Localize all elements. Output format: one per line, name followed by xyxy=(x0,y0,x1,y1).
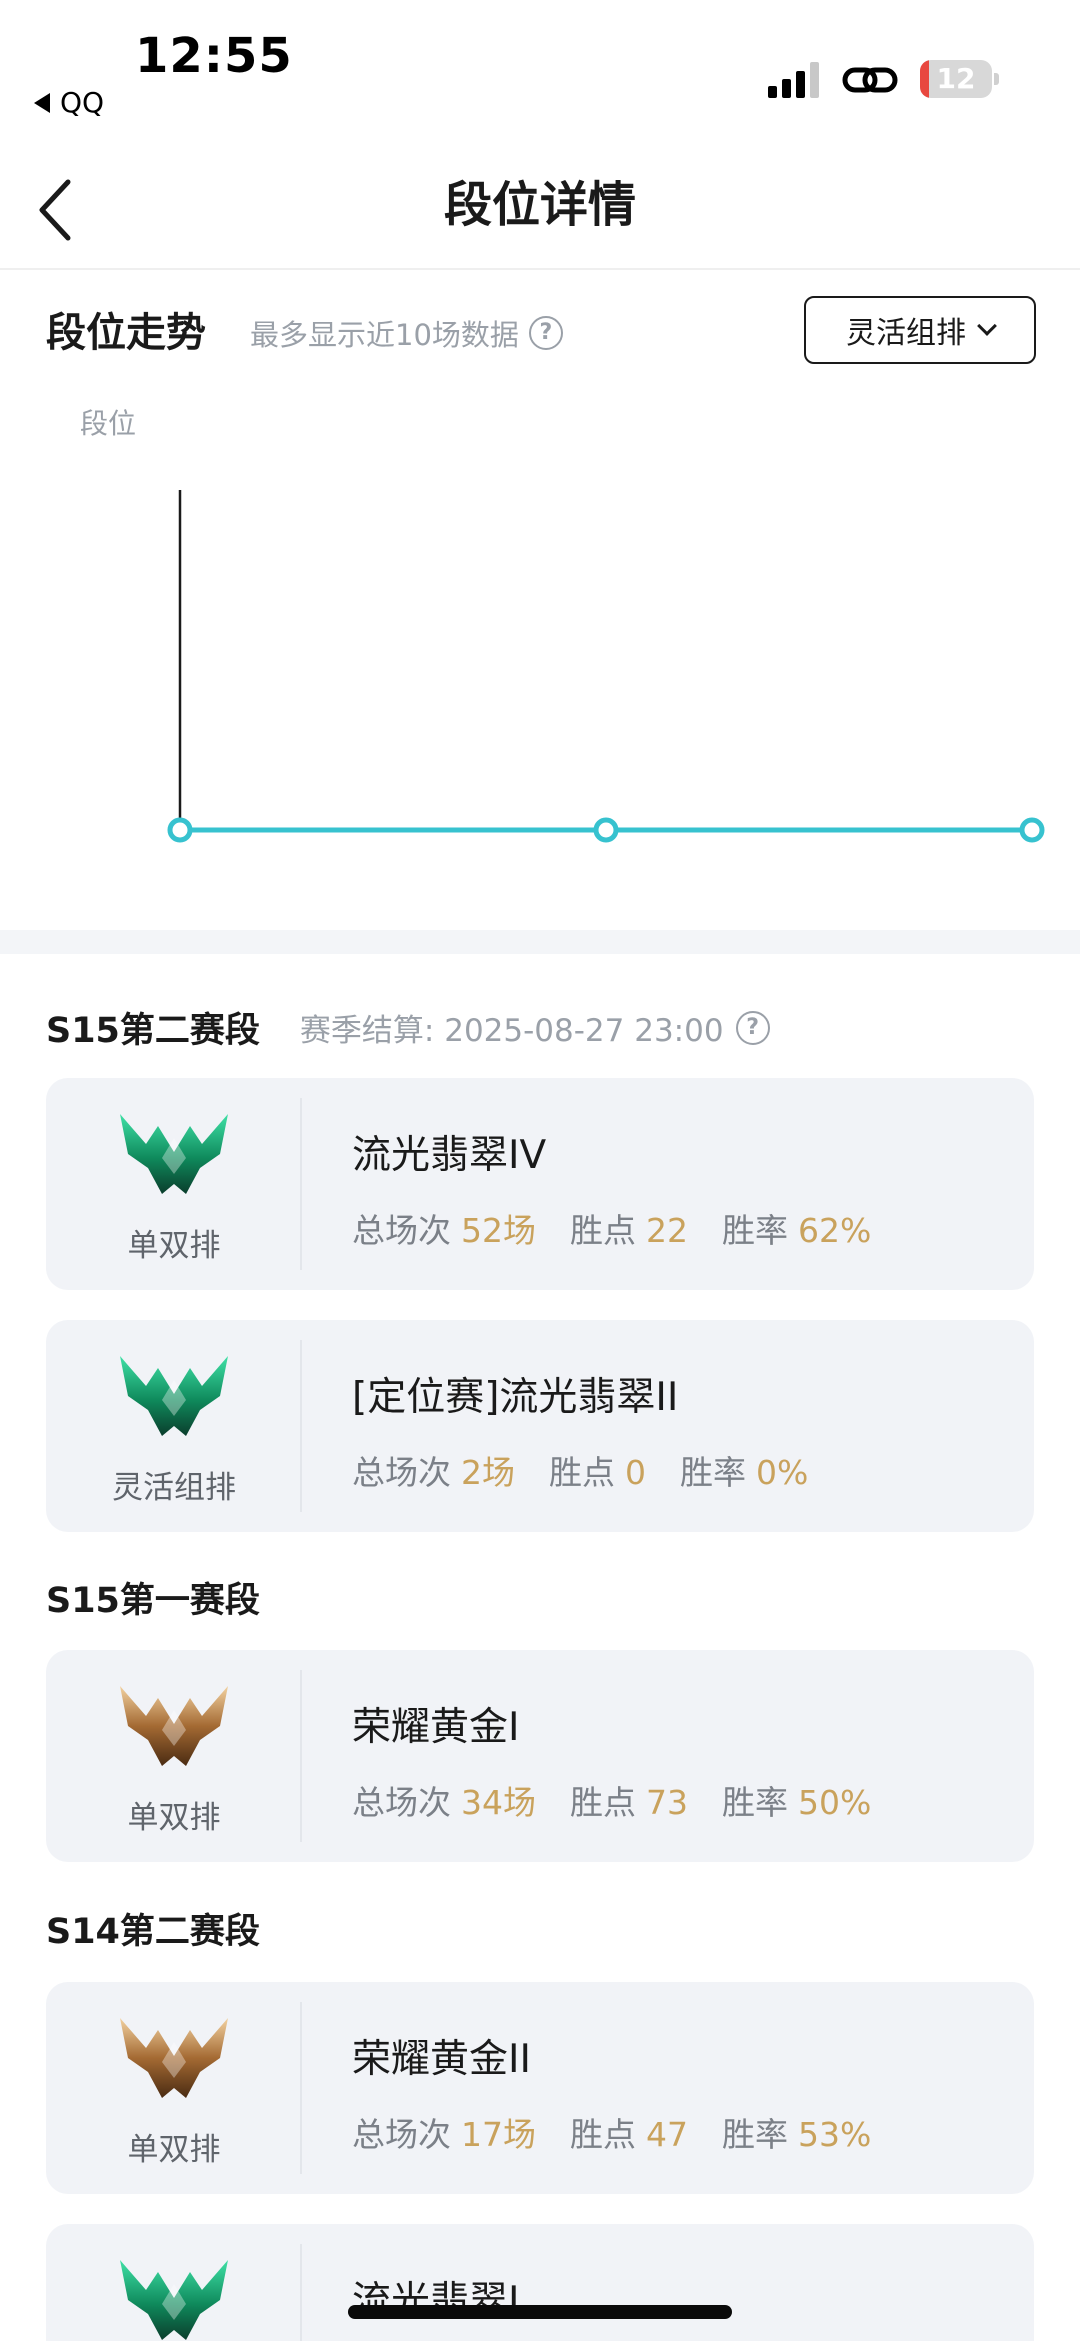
section-divider xyxy=(0,930,1080,954)
chart-y-axis-label: 段位 xyxy=(80,407,137,440)
games-label: 总场次 xyxy=(352,1783,451,1822)
chart-data-point[interactable] xyxy=(1019,817,1045,843)
lp-label: 胜点 xyxy=(549,1453,615,1492)
season-header: S15第一赛段 xyxy=(46,1572,260,1623)
season-title: S15第二赛段 xyxy=(46,1011,260,1051)
home-indicator[interactable] xyxy=(348,2305,732,2319)
lp-label: 胜点 xyxy=(570,2115,636,2154)
season-settle: 赛季结算: 2025-08-27 23:00? xyxy=(300,1005,770,1050)
status-time: 12:55 xyxy=(135,28,293,84)
back-to-app-link[interactable]: QQ xyxy=(34,86,104,119)
chart-data-point[interactable] xyxy=(593,817,619,843)
lp-label: 胜点 xyxy=(570,1211,636,1250)
games-value: 34场 xyxy=(461,1783,536,1822)
battery-level: 12 xyxy=(936,62,976,95)
rank-name: 流光翡翠IV xyxy=(352,1133,547,1178)
winrate-value: 53% xyxy=(798,2115,872,2154)
games-value: 52场 xyxy=(461,1211,536,1250)
card-divider xyxy=(300,1670,302,1842)
season-title: S15第一赛段 xyxy=(46,1581,260,1621)
rank-stats: 总场次 34场 胜点 73 胜率 50% xyxy=(352,1776,905,1824)
card-divider xyxy=(300,1098,302,1270)
emerald-emblem-icon xyxy=(116,1350,232,1440)
back-app-label: QQ xyxy=(60,86,105,119)
help-icon[interactable]: ? xyxy=(528,316,563,350)
queue-type: 单双排 xyxy=(127,2132,221,2168)
rank-card[interactable]: 单双排 流光翡翠IV 总场次 52场 胜点 22 胜率 62% xyxy=(46,1078,1034,1290)
gold-emblem-icon xyxy=(116,2012,232,2102)
season-title: S14第二赛段 xyxy=(46,1912,260,1952)
chart-data-point[interactable] xyxy=(167,817,193,843)
hotspot-link-icon xyxy=(842,67,898,93)
card-divider xyxy=(300,1340,302,1512)
trend-header: 段位走势 最多显示近10场数据 ? 灵活组排 xyxy=(46,296,1036,366)
trend-subtitle-text: 最多显示近10场数据 xyxy=(250,318,519,352)
rank-stats: 总场次 2场 胜点 0 胜率 0% xyxy=(352,1446,842,1494)
games-value: 2场 xyxy=(461,1453,515,1492)
queue-mode-dropdown[interactable]: 灵活组排 xyxy=(804,296,1036,364)
season-settle-text: 赛季结算: 2025-08-27 23:00 xyxy=(299,1013,724,1049)
winrate-value: 0% xyxy=(756,1453,809,1492)
rank-stats: 总场次 17场 胜点 47 胜率 53% xyxy=(352,2108,905,2156)
rank-card[interactable]: 单双排 荣耀黄金I 总场次 34场 胜点 73 胜率 50% xyxy=(46,1650,1034,1862)
rank-emblem-area: 单双排 xyxy=(46,1982,302,2194)
back-triangle-icon xyxy=(34,92,50,113)
lp-value: 22 xyxy=(646,1211,688,1250)
rank-card[interactable]: 单双排 荣耀黄金II 总场次 17场 胜点 47 胜率 53% xyxy=(46,1982,1034,2194)
rank-emblem-area xyxy=(46,2224,302,2341)
card-divider xyxy=(300,2244,302,2341)
winrate-label: 胜率 xyxy=(680,1453,746,1492)
season-header: S15第二赛段 赛季结算: 2025-08-27 23:00? xyxy=(46,1002,770,1053)
games-value: 17场 xyxy=(461,2115,536,2154)
winrate-value: 62% xyxy=(798,1211,872,1250)
gold-emblem-icon xyxy=(116,1680,232,1770)
rank-stats: 总场次 52场 胜点 22 胜率 62% xyxy=(352,1204,905,1252)
games-label: 总场次 xyxy=(352,2115,451,2154)
lp-value: 0 xyxy=(625,1453,646,1492)
emerald-emblem-icon xyxy=(116,2254,232,2341)
chevron-down-icon xyxy=(977,316,997,336)
nav-bar: 段位详情 xyxy=(0,140,1080,270)
winrate-label: 胜率 xyxy=(722,1211,788,1250)
games-label: 总场次 xyxy=(352,1211,451,1250)
winrate-label: 胜率 xyxy=(722,2115,788,2154)
lp-label: 胜点 xyxy=(570,1783,636,1822)
trend-subtitle: 最多显示近10场数据 ? xyxy=(250,312,563,354)
games-label: 总场次 xyxy=(352,1453,451,1492)
rank-name: 荣耀黄金II xyxy=(352,2037,532,2082)
rank-emblem-area: 单双排 xyxy=(46,1078,302,1290)
lp-value: 73 xyxy=(646,1783,688,1822)
rank-card[interactable]: 灵活组排 [定位赛]流光翡翠II 总场次 2场 胜点 0 胜率 0% xyxy=(46,1320,1034,1532)
queue-type: 单双排 xyxy=(127,1228,221,1264)
rank-card[interactable]: 流光翡翠I xyxy=(46,2224,1034,2341)
trend-title: 段位走势 xyxy=(46,310,206,356)
battery-icon: 12 xyxy=(920,60,1000,98)
status-bar: 12:55 QQ 12 xyxy=(0,0,1080,140)
queue-type: 单双排 xyxy=(127,1800,221,1836)
emerald-emblem-icon xyxy=(116,1108,232,1198)
rank-emblem-area: 灵活组排 xyxy=(46,1320,302,1532)
card-divider xyxy=(300,2002,302,2174)
rank-name: 荣耀黄金I xyxy=(352,1705,520,1750)
rank-emblem-area: 单双排 xyxy=(46,1650,302,1862)
help-icon[interactable]: ? xyxy=(735,1010,770,1045)
queue-mode-value: 灵活组排 xyxy=(846,316,966,351)
season-header: S14第二赛段 xyxy=(46,1903,260,1954)
winrate-label: 胜率 xyxy=(722,1783,788,1822)
winrate-value: 50% xyxy=(798,1783,872,1822)
page-title: 段位详情 xyxy=(443,177,636,233)
rank-name: [定位赛]流光翡翠II xyxy=(352,1375,679,1420)
lp-value: 47 xyxy=(646,2115,688,2154)
queue-type: 灵活组排 xyxy=(112,1470,236,1506)
rank-trend-chart xyxy=(167,490,1045,843)
cellular-signal-icon xyxy=(768,62,819,98)
